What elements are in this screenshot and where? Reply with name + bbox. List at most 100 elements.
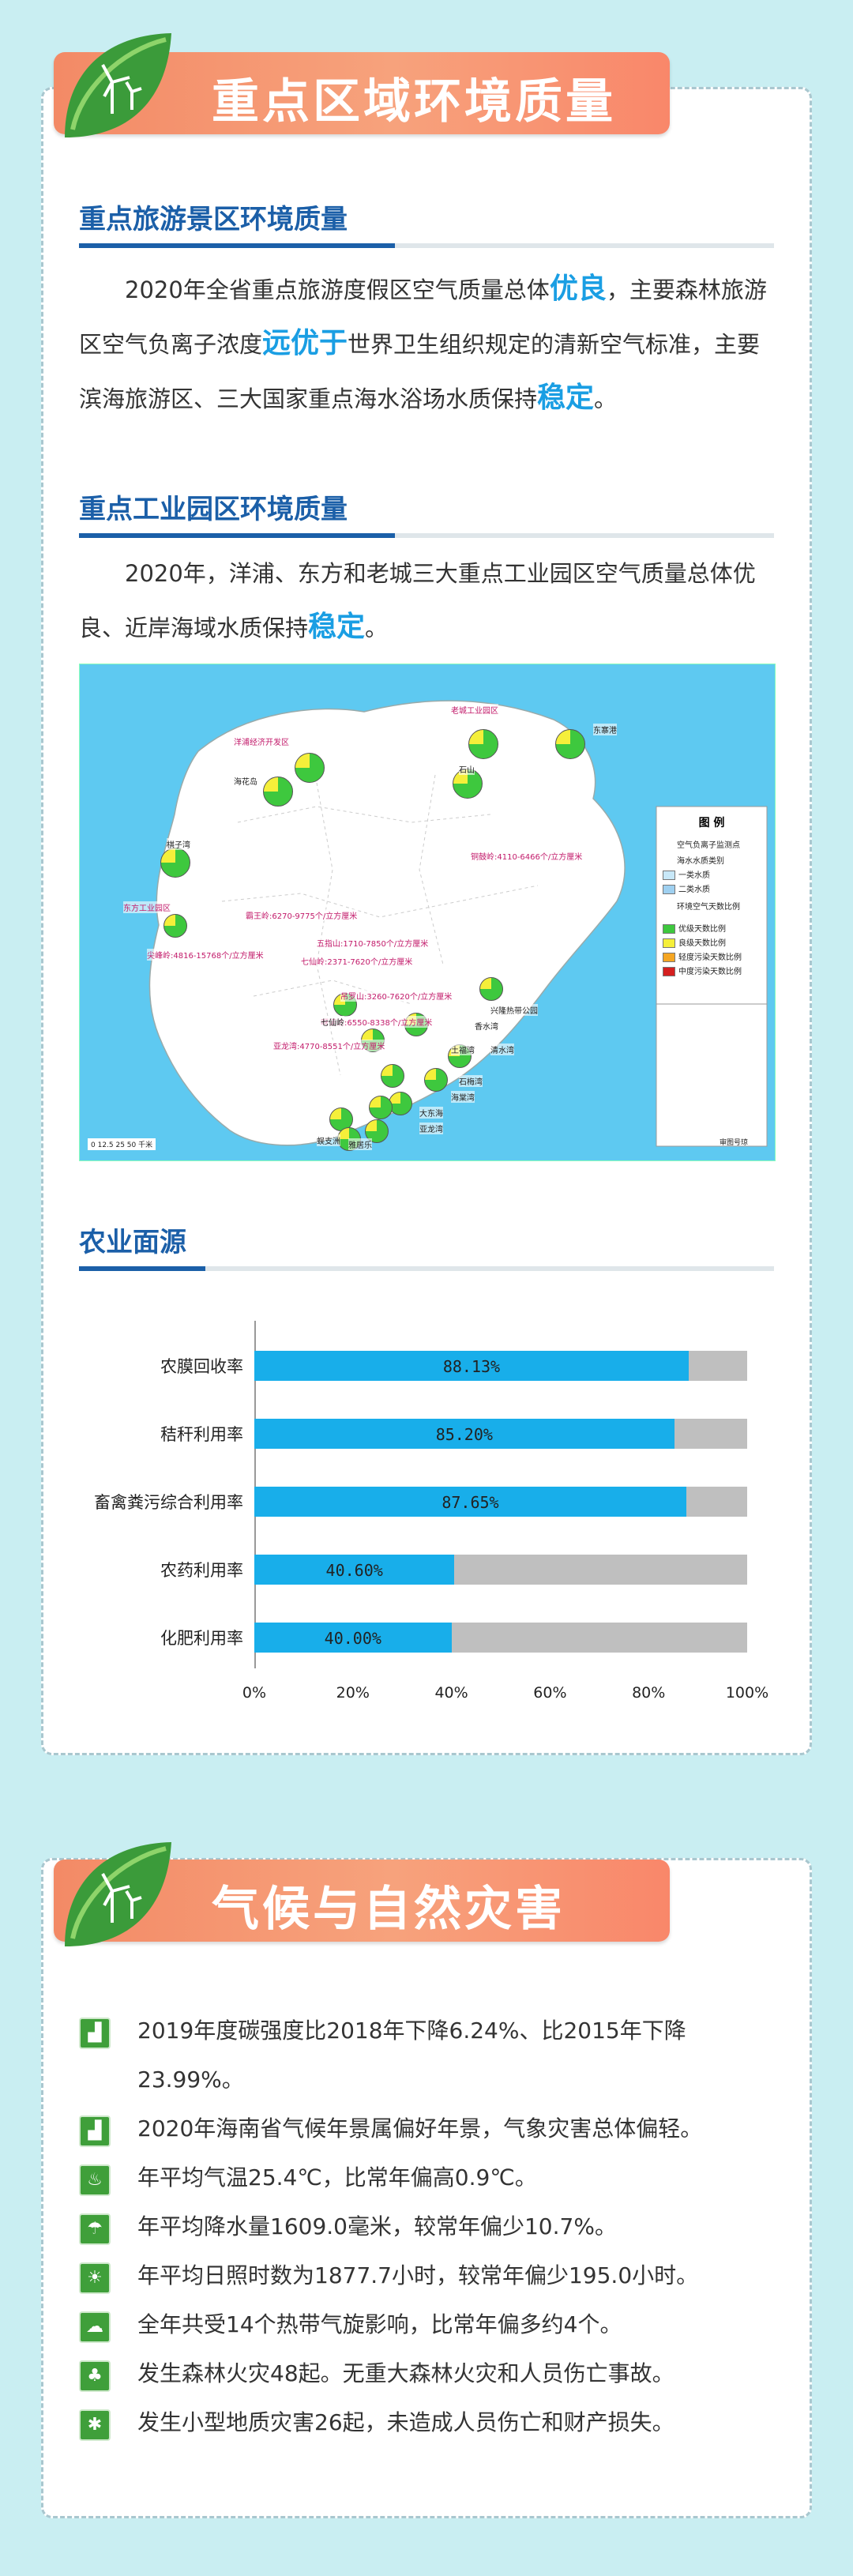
bar-value-label: 40.00% <box>324 1629 381 1648</box>
x-tick-label: 100% <box>725 1684 769 1702</box>
industry-text-2: 。 <box>365 615 389 641</box>
climate-item-text: 2019年度碳强度比2018年下降6.24%、比2015年下降23.99%。 <box>137 2018 686 2093</box>
climate-item-text: 年平均降水量1609.0毫米，较常年偏少10.7%。 <box>137 2213 617 2239</box>
map-place-label: 铜鼓岭:4110-6466个/立方厘米 <box>471 850 583 862</box>
industry-paragraph: 2020年，洋浦、东方和老城三大重点工业园区空气质量总体优良、近岸海域水质保持稳… <box>79 547 774 655</box>
map-place-label: 洋浦经济开发区 <box>234 735 289 747</box>
hainan-environment-map: 图 例 老城工业园区洋浦经济开发区 东寨港海花岛棋子湾东方工业园区霸王岭:6270… <box>79 664 776 1161</box>
map-place-label: 老城工业园区 <box>451 704 498 716</box>
industry-text-1: 2020年，洋浦、东方和老城三大重点工业园区空气质量总体优良、近岸海域水质保持 <box>79 560 756 641</box>
bar-value-label: 87.65% <box>442 1493 499 1512</box>
climate-item-text: 2020年海南省气候年景属偏好年景，气象灾害总体偏轻。 <box>137 2115 703 2142</box>
climate-list-item: ☁ 全年共受14个热带气旋影响，比常年偏多约4个。 <box>79 2300 774 2349</box>
map-place-label: 吊罗山:3260-7620个/立方厘米 <box>340 990 453 1002</box>
map-place-label: 尖峰岭:4816-15768个/立方厘米 <box>147 949 264 961</box>
industry-heading: 重点工业园区环境质量 <box>79 494 348 525</box>
pie-marker <box>424 1068 448 1092</box>
map-place-label: 土福湾 <box>451 1044 475 1055</box>
map-legend-item: 轻度污染天数比例 <box>663 950 742 962</box>
industry-heading-underline <box>79 533 774 538</box>
map-place-label: 霸王岭:6270-9775个/立方厘米 <box>246 909 358 921</box>
bar-remainder: 87.65% <box>254 1487 747 1517</box>
agri-heading: 农业面源 <box>79 1227 186 1258</box>
bar-category-label: 农药利用率 <box>160 1561 243 1580</box>
map-place-label: 大东海 <box>419 1107 443 1119</box>
climate-list-item: ♨ 年平均气温25.4℃，比常年偏高0.9℃。 <box>79 2153 774 2202</box>
tourism-paragraph: 2020年全省重点旅游度假区空气质量总体优良，主要森林旅游区空气负离子浓度远优于… <box>79 262 774 426</box>
south-china-sea-inset <box>656 1003 768 1147</box>
climate-item-text: 全年共受14个热带气旋影响，比常年偏多约4个。 <box>137 2311 622 2337</box>
bar-value-label: 88.13% <box>442 1357 501 1376</box>
bar-category-label: 农膜回收率 <box>160 1357 243 1376</box>
climate-item-text: 年平均日照时数为1877.7小时，较常年偏少195.0小时。 <box>137 2262 699 2288</box>
bar-category-label: 畜禽粪污综合利用率 <box>94 1493 243 1512</box>
map-approval-note: 审图号琼 <box>720 1139 749 1147</box>
climate-item-text: 发生小型地质灾害26起，未造成人员伤亡和财产损失。 <box>137 2409 675 2435</box>
bar-value-label: 85.20% <box>435 1425 493 1444</box>
map-place-label: 亚龙湾:4770-8551个/立方厘米 <box>273 1040 385 1051</box>
map-legend-item: 空气负离子监测点 <box>677 841 740 850</box>
tourism-heading-underline <box>79 243 774 248</box>
bar-row: 化肥利用率 40.00% <box>0 1605 853 1668</box>
tourism-text-4: 。 <box>594 385 618 412</box>
highlight-wending: 稳定 <box>537 382 595 414</box>
pie-marker <box>479 977 503 1001</box>
map-legend-item: 中度污染天数比例 <box>663 965 742 976</box>
thermometer-icon: ♨ <box>79 2164 111 2196</box>
pie-marker <box>369 1096 393 1119</box>
pie-marker <box>468 729 498 759</box>
wind-turbine-leaf-icon <box>65 33 171 137</box>
pie-marker <box>381 1064 404 1088</box>
pie-marker <box>160 848 190 878</box>
map-place-label: 东寨港 <box>593 724 617 735</box>
x-tick-label: 0% <box>242 1684 267 1702</box>
pie-marker <box>295 753 325 783</box>
tourism-heading: 重点旅游景区环境质量 <box>79 204 348 235</box>
highlight-youliang: 优良 <box>549 273 607 305</box>
highlight-yuanyouyu: 远优于 <box>262 327 348 359</box>
bar-row: 农药利用率 40.60% <box>0 1537 853 1600</box>
typhoon-icon: ☁ <box>79 2311 111 2343</box>
map-scale-bar: 0 12.5 25 50 千米 <box>88 1138 156 1150</box>
bar-value-label: 40.60% <box>325 1561 383 1580</box>
climate-list-item: ✱ 发生小型地质灾害26起，未造成人员伤亡和财产损失。 <box>79 2398 774 2447</box>
map-legend-item: 环境空气天数比例 <box>677 903 740 912</box>
map-place-label: 亚龙湾 <box>419 1123 443 1134</box>
landslide-icon: ✱ <box>79 2409 111 2441</box>
agri-heading-underline <box>79 1266 774 1271</box>
map-place-label: 清水湾 <box>490 1044 514 1055</box>
pie-marker <box>555 729 585 759</box>
pie-marker <box>263 777 293 807</box>
bar-category-label: 化肥利用率 <box>160 1629 243 1648</box>
map-legend-title: 图 例 <box>699 816 725 829</box>
map-place-label: 雅居乐 <box>348 1138 372 1150</box>
map-place-label: 石山 <box>459 763 475 775</box>
map-place-label: 石梅湾 <box>459 1075 483 1087</box>
climate-list-item: ▟ 2020年海南省气候年景属偏好年景，气象灾害总体偏轻。 <box>79 2104 774 2153</box>
map-place-label: 五指山:1710-7850个/立方厘米 <box>317 937 429 949</box>
map-place-label: 海棠湾 <box>451 1091 475 1103</box>
climate-item-text: 年平均气温25.4℃，比常年偏高0.9℃。 <box>137 2164 537 2191</box>
bar-remainder: 40.00% <box>254 1623 747 1653</box>
x-tick-label: 40% <box>434 1684 468 1702</box>
map-place-label: 蜈支洲 <box>317 1134 340 1146</box>
section1-title: 重点区域环境质量 <box>212 74 616 130</box>
map-legend-item: 一类水质 <box>663 868 710 880</box>
bar-row: 农膜回收率 88.13% <box>0 1333 853 1397</box>
map-place-label: 七仙岭:2371-7620个/立方厘米 <box>301 955 413 967</box>
x-tick-label: 60% <box>533 1684 567 1702</box>
map-legend-item: 二类水质 <box>663 882 710 894</box>
factory-icon: ▟ <box>79 2018 111 2049</box>
x-tick-label: 20% <box>336 1684 370 1702</box>
bar-remainder: 88.13% <box>254 1351 747 1381</box>
map-place-label: 兴隆热带公园 <box>490 1004 538 1016</box>
bar-row: 畜禽粪污综合利用率 87.65% <box>0 1469 853 1532</box>
tourism-text-1: 2020年全省重点旅游度假区空气质量总体 <box>125 276 550 303</box>
bar-category-label: 秸秆利用率 <box>160 1425 243 1444</box>
climate-item-text: 发生森林火灾48起。无重大森林火灾和人员伤亡事故。 <box>137 2360 675 2386</box>
tree-icon: ♣ <box>79 2360 111 2392</box>
map-place-label: 棋子湾 <box>167 838 190 850</box>
pie-marker <box>163 914 187 938</box>
map-place-label: 东方工业园区 <box>123 901 171 913</box>
map-place-label: 海花岛 <box>234 775 257 787</box>
